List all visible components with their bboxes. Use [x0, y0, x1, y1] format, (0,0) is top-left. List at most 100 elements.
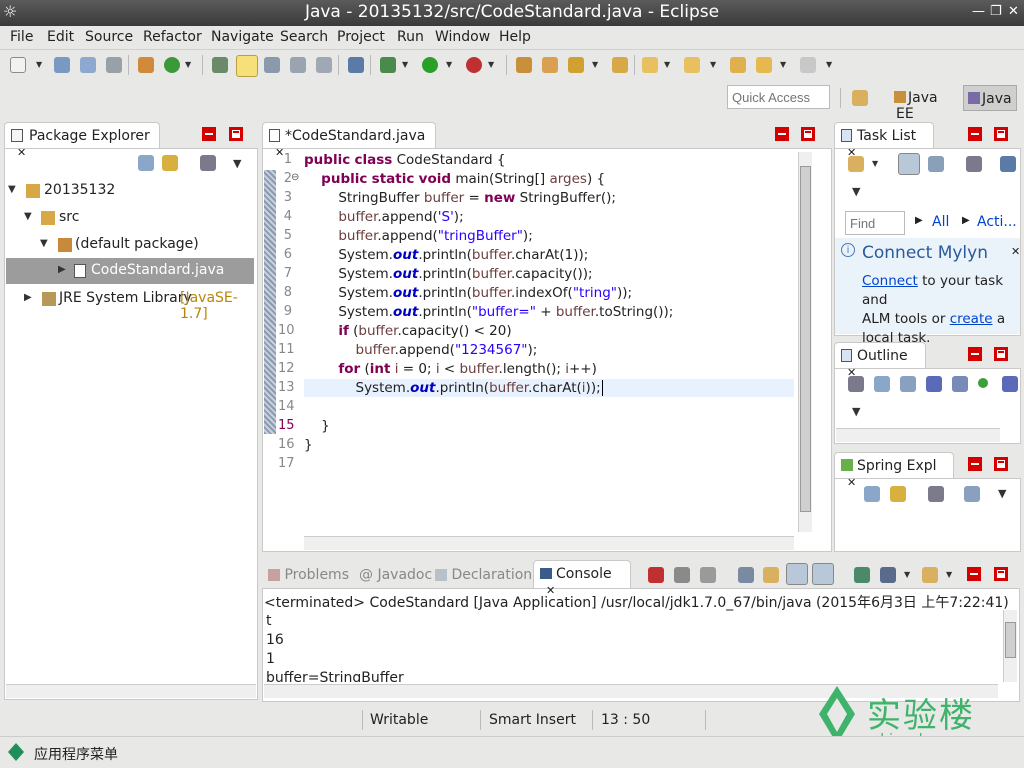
pin-icon[interactable]	[348, 57, 364, 73]
save-all-icon[interactable]	[80, 57, 96, 73]
minimize-editor-button[interactable]	[775, 127, 789, 141]
new-task-icon[interactable]	[848, 156, 864, 172]
open-folder-icon[interactable]	[612, 57, 628, 73]
code-line[interactable]: System.out.println(buffer.charAt(i));	[304, 380, 603, 396]
scroll-thumb[interactable]	[800, 166, 811, 512]
code-line[interactable]: }	[304, 437, 313, 453]
expanded-arrow-icon[interactable]: ▼	[24, 211, 32, 222]
chevron-down-icon[interactable]: ▼	[402, 60, 408, 69]
close-icon[interactable]: ✕	[1011, 245, 1020, 258]
open-console-icon[interactable]	[922, 567, 938, 583]
view-menu-icon[interactable]	[200, 155, 216, 171]
quick-access-input[interactable]	[727, 85, 830, 109]
console-output[interactable]: t 16 1 buffer=StringBuffer	[262, 610, 1002, 682]
minimize-panel-button[interactable]	[968, 457, 982, 471]
code-line[interactable]: buffer.append('S');	[304, 209, 463, 225]
code-line[interactable]: System.out.println(buffer.indexOf("tring…	[304, 285, 632, 301]
tree-item-jre-library[interactable]: ▶ JRE System Library [JavaSE-1.7]	[8, 290, 254, 322]
tree-item-src[interactable]: ▼ src	[8, 209, 254, 233]
collapsed-arrow-icon[interactable]: ▶	[58, 264, 66, 275]
forward-icon[interactable]	[800, 57, 816, 73]
mark-occurrences-icon[interactable]	[236, 55, 258, 77]
menu-help[interactable]: Help	[499, 29, 531, 45]
chevron-down-icon[interactable]: ▼	[852, 185, 860, 198]
minimize-panel-button[interactable]	[968, 347, 982, 361]
focus-icon[interactable]	[928, 486, 944, 502]
scroll-thumb[interactable]	[1005, 622, 1016, 658]
menu-run[interactable]: Run	[397, 29, 424, 45]
chevron-down-icon[interactable]: ▼	[872, 159, 878, 168]
clear-console-icon[interactable]	[738, 567, 754, 583]
menu-source[interactable]: Source	[85, 29, 133, 45]
minimize-button[interactable]: —	[972, 4, 985, 19]
hide-nonpublic-icon[interactable]	[978, 378, 988, 388]
code-line[interactable]: System.out.println("buffer=" + buffer.to…	[304, 304, 673, 320]
tab-javadoc[interactable]: @ Javadoc	[359, 567, 432, 583]
menu-search[interactable]: Search	[280, 29, 328, 45]
task-find-input[interactable]	[845, 211, 905, 235]
expanded-arrow-icon[interactable]: ▼	[40, 238, 48, 249]
menu-window[interactable]: Window	[435, 29, 490, 45]
maximize-panel-button[interactable]	[229, 127, 243, 141]
chevron-down-icon[interactable]: ▼	[998, 487, 1006, 500]
package-explorer-hscroll[interactable]	[6, 684, 256, 698]
menu-refactor[interactable]: Refactor	[143, 29, 202, 45]
show-on-stderr-icon[interactable]	[812, 563, 834, 585]
console-vscroll[interactable]	[1003, 610, 1017, 682]
terminate-icon[interactable]	[648, 567, 664, 583]
tab-outline[interactable]: Outline ✕	[834, 342, 926, 379]
chevron-down-icon[interactable]: ▼	[592, 60, 598, 69]
maximize-panel-button[interactable]	[994, 457, 1008, 471]
chevron-down-icon[interactable]: ▼	[904, 570, 910, 579]
close-button[interactable]: ✕	[1008, 4, 1019, 19]
categorized-icon[interactable]	[898, 153, 920, 175]
code-line[interactable]: public class CodeStandard {	[304, 152, 505, 168]
tab-package-explorer[interactable]: Package Explorer ✕	[4, 122, 160, 159]
tab-spring-explorer[interactable]: Spring Expl ✕	[834, 452, 954, 489]
show-on-stdout-icon[interactable]	[786, 563, 808, 585]
hide-static-icon[interactable]	[952, 376, 968, 392]
link-with-editor-icon[interactable]	[890, 486, 906, 502]
code-line[interactable]: }	[304, 418, 330, 434]
tree-item-project[interactable]: ▼ 20135132	[8, 182, 254, 206]
chevron-down-icon[interactable]: ▼	[826, 60, 832, 69]
previous-annotation-icon[interactable]	[684, 57, 700, 73]
hide-fields-icon[interactable]	[926, 376, 942, 392]
search-icon[interactable]	[568, 57, 584, 73]
code-line[interactable]: buffer.append("1234567");	[304, 342, 538, 358]
minimize-panel-button[interactable]	[202, 127, 216, 141]
close-tab-icon[interactable]: ✕	[17, 146, 26, 159]
tab-problems[interactable]: Problems	[268, 567, 349, 583]
perspective-java-ee[interactable]: Java EE	[892, 85, 960, 122]
block-select-icon[interactable]	[264, 57, 280, 73]
maximize-panel-button[interactable]	[994, 567, 1008, 581]
task-filter-all[interactable]: All	[932, 214, 949, 230]
editor-vscroll[interactable]	[798, 152, 812, 532]
app-menu-button[interactable]: 应用程序菜单	[34, 744, 118, 764]
code-line[interactable]: if (buffer.capacity() < 20)	[304, 323, 511, 339]
back-icon[interactable]	[756, 57, 772, 73]
chevron-down-icon[interactable]: ▼	[710, 60, 716, 69]
outline-hscroll[interactable]	[836, 428, 1000, 442]
code-line[interactable]: System.out.println(buffer.charAt(1));	[304, 247, 588, 263]
maximize-panel-button[interactable]	[994, 347, 1008, 361]
sort-icon[interactable]	[900, 376, 916, 392]
toggle-icon[interactable]	[212, 57, 228, 73]
connect-link[interactable]: Connect	[862, 273, 918, 289]
open-task-icon[interactable]	[542, 57, 558, 73]
run-icon[interactable]	[422, 57, 438, 73]
code-line[interactable]: System.out.println(buffer.capacity());	[304, 266, 592, 282]
chevron-down-icon[interactable]: ▼	[446, 60, 452, 69]
remove-launch-icon[interactable]	[674, 567, 690, 583]
hide-local-types-icon[interactable]	[1002, 376, 1018, 392]
fold-collapse-icon[interactable]: ⊖	[291, 172, 299, 183]
next-annotation-icon[interactable]	[642, 57, 658, 73]
display-console-icon[interactable]	[880, 567, 896, 583]
paragraph-icon[interactable]	[316, 57, 332, 73]
create-link[interactable]: create	[950, 311, 993, 327]
sort-icon[interactable]	[964, 486, 980, 502]
chevron-down-icon[interactable]: ▼	[233, 157, 241, 170]
tree-item-codestandard-java[interactable]: ▶ CodeStandard.java	[6, 258, 254, 284]
chevron-down-icon[interactable]: ▼	[852, 405, 860, 418]
chevron-down-icon[interactable]: ▼	[664, 60, 670, 69]
